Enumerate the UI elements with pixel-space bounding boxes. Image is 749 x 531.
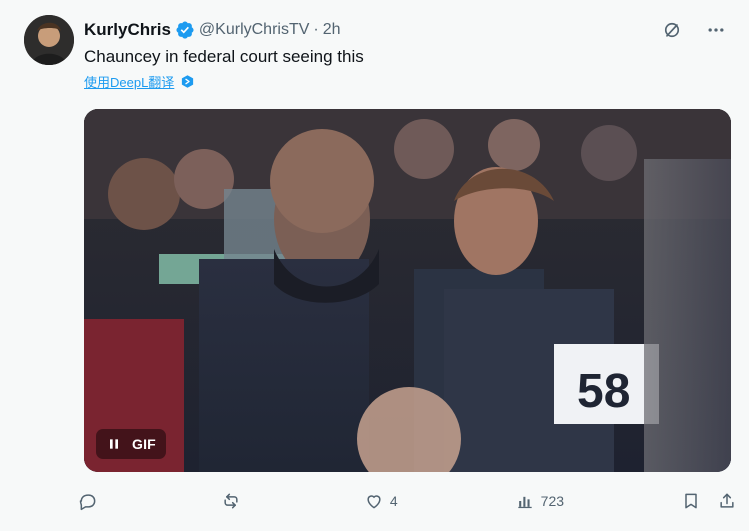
timestamp[interactable]: 2h: [323, 21, 341, 39]
user-handle[interactable]: @KurlyChrisTV: [199, 21, 309, 39]
translate-link[interactable]: 使用DeepL翻译: [84, 72, 195, 91]
right-actions: [681, 486, 737, 516]
pause-icon: [110, 439, 118, 449]
avatar[interactable]: [24, 15, 74, 65]
gif-controls: GIF: [96, 429, 166, 459]
gif-label: GIF: [132, 436, 156, 452]
tweet-top-actions: [657, 15, 731, 45]
heart-icon: [367, 495, 381, 509]
jersey-number: 58: [577, 365, 630, 418]
views-button[interactable]: 723: [515, 486, 564, 516]
like-count: 4: [389, 493, 398, 509]
grok-button[interactable]: [657, 15, 687, 45]
bookmark-button[interactable]: [681, 486, 701, 516]
more-button[interactable]: [701, 15, 731, 45]
deepl-icon: [182, 75, 194, 88]
display-name[interactable]: KurlyChris: [84, 20, 171, 40]
more-icon: [708, 28, 724, 32]
views-count: 723: [540, 493, 565, 509]
verified-badge-icon: [176, 21, 194, 39]
repost-icon: [224, 493, 238, 509]
share-icon: [720, 493, 734, 508]
translate-label[interactable]: 使用DeepL翻译: [84, 72, 174, 91]
tweet-actions: 4 723: [78, 486, 737, 516]
tweet-text: Chauncey in federal court seeing this: [84, 47, 364, 66]
reply-button[interactable]: [78, 486, 104, 516]
pause-button[interactable]: [106, 436, 122, 452]
bookmark-icon: [685, 493, 697, 509]
reply-icon: [79, 494, 96, 511]
like-button[interactable]: 4: [364, 486, 398, 516]
grok-icon: [664, 22, 680, 38]
gif-frame: 58: [84, 109, 731, 472]
separator-dot: ·: [313, 21, 319, 38]
tweet-header: KurlyChris @KurlyChrisTV · 2h: [84, 18, 341, 42]
views-icon: [517, 496, 532, 509]
share-button[interactable]: [717, 486, 737, 516]
gif-media[interactable]: 58: [84, 109, 731, 472]
repost-button[interactable]: [221, 486, 247, 516]
